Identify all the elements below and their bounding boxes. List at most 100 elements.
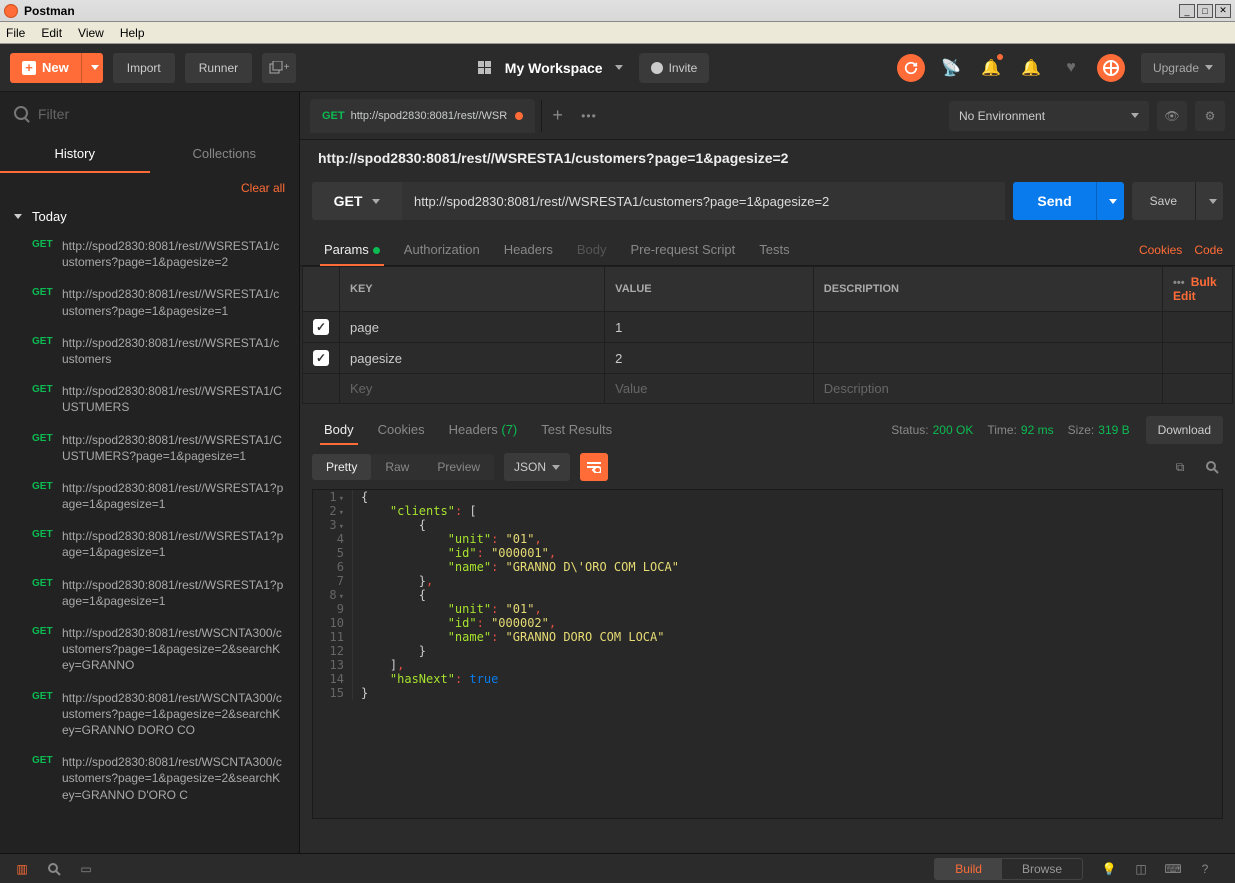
- format-selector[interactable]: JSON: [504, 453, 570, 481]
- invite-button[interactable]: Invite: [639, 53, 710, 83]
- build-tab[interactable]: Build: [935, 859, 1002, 879]
- clear-all-link[interactable]: Clear all: [0, 173, 299, 203]
- checkbox-icon[interactable]: ✓: [313, 319, 329, 335]
- menu-bar: File Edit View Help: [0, 22, 1235, 44]
- upgrade-button[interactable]: Upgrade: [1141, 53, 1225, 83]
- history-item[interactable]: GEThttp://spod2830:8081/rest//WSRESTA1/c…: [0, 278, 299, 326]
- new-button[interactable]: +New: [10, 53, 81, 83]
- cookies-link[interactable]: Cookies: [1139, 243, 1182, 257]
- heart-icon[interactable]: ♥: [1057, 54, 1085, 82]
- resp-tab-cookies[interactable]: Cookies: [366, 414, 437, 445]
- sync-icon[interactable]: [897, 54, 925, 82]
- params-active-dot: [373, 247, 380, 254]
- top-toolbar: +New Import Runner + My Workspace Invite…: [0, 44, 1235, 92]
- history-section-today[interactable]: Today: [0, 203, 299, 230]
- tab-authorization[interactable]: Authorization: [392, 234, 492, 265]
- add-tab-button[interactable]: +: [541, 100, 573, 132]
- find-icon[interactable]: [42, 857, 66, 881]
- url-input[interactable]: [402, 182, 1005, 220]
- request-title: http://spod2830:8081/rest//WSRESTA1/cust…: [300, 140, 1235, 176]
- new-dropdown[interactable]: [81, 53, 103, 83]
- download-button[interactable]: Download: [1146, 416, 1223, 444]
- history-item[interactable]: GEThttp://spod2830:8081/rest/WSCNTA300/c…: [0, 682, 299, 747]
- resp-tab-headers[interactable]: Headers (7): [437, 414, 530, 445]
- window-titlebar: Postman _ □ ✕: [0, 0, 1235, 22]
- workspace-icon: [478, 61, 491, 74]
- close-button[interactable]: ✕: [1215, 4, 1231, 18]
- help-icon[interactable]: ?: [1193, 857, 1217, 881]
- view-raw[interactable]: Raw: [371, 454, 423, 480]
- send-button[interactable]: Send: [1013, 182, 1095, 220]
- history-item[interactable]: GEThttp://spod2830:8081/rest//WSRESTA1/c…: [0, 327, 299, 375]
- history-item[interactable]: GEThttp://spod2830:8081/rest//WSRESTA1/c…: [0, 230, 299, 278]
- filter-input[interactable]: [14, 102, 285, 126]
- notification-bell-icon[interactable]: 🔔: [977, 54, 1005, 82]
- bell-icon[interactable]: 🔔: [1017, 54, 1045, 82]
- sidebar-tab-collections[interactable]: Collections: [150, 136, 300, 173]
- tab-tests[interactable]: Tests: [747, 234, 801, 265]
- wrap-lines-icon[interactable]: [580, 453, 608, 481]
- method-selector[interactable]: GET: [312, 182, 402, 220]
- history-list: GEThttp://spod2830:8081/rest//WSRESTA1/c…: [0, 230, 299, 853]
- env-preview-icon[interactable]: 👁: [1157, 101, 1187, 131]
- history-item[interactable]: GEThttp://spod2830:8081/rest/WSCNTA300/c…: [0, 617, 299, 682]
- checkbox-icon[interactable]: ✓: [313, 350, 329, 366]
- history-item[interactable]: GEThttp://spod2830:8081/rest//WSRESTA1?p…: [0, 569, 299, 617]
- console-icon[interactable]: ▭: [74, 857, 98, 881]
- copy-icon[interactable]: ⧉: [1169, 456, 1191, 478]
- search-response-icon[interactable]: [1201, 456, 1223, 478]
- menu-view[interactable]: View: [78, 26, 104, 40]
- tab-headers[interactable]: Headers: [492, 234, 565, 265]
- build-browse-toggle[interactable]: Build Browse: [934, 858, 1083, 880]
- runner-button[interactable]: Runner: [185, 53, 252, 83]
- tab-params[interactable]: Params: [312, 234, 392, 265]
- workspace-selector[interactable]: My Workspace: [505, 60, 603, 76]
- save-dropdown[interactable]: [1195, 182, 1223, 220]
- history-item[interactable]: GEThttp://spod2830:8081/rest//WSRESTA1?p…: [0, 472, 299, 520]
- send-dropdown[interactable]: [1096, 182, 1124, 220]
- history-item[interactable]: GEThttp://spod2830:8081/rest/WSCNTA300/c…: [0, 746, 299, 811]
- bottom-bar: ▥ ▭ Build Browse 💡 ◫ ⌨ ?: [0, 853, 1235, 883]
- environment-selector[interactable]: No Environment: [949, 101, 1149, 131]
- tab-options-icon[interactable]: •••: [581, 109, 597, 123]
- params-key-header: KEY: [340, 267, 605, 312]
- user-avatar[interactable]: [1097, 54, 1125, 82]
- menu-edit[interactable]: Edit: [41, 26, 62, 40]
- maximize-button[interactable]: □: [1197, 4, 1213, 18]
- plus-icon: +: [22, 61, 36, 75]
- browse-tab[interactable]: Browse: [1002, 859, 1082, 879]
- params-desc-header: DESCRIPTION: [813, 267, 1162, 312]
- view-preview[interactable]: Preview: [423, 454, 494, 480]
- history-item[interactable]: GEThttp://spod2830:8081/rest//WSRESTA1/C…: [0, 375, 299, 423]
- menu-help[interactable]: Help: [120, 26, 145, 40]
- params-table: KEY VALUE DESCRIPTION ••• Bulk Edit ✓pag…: [302, 266, 1233, 404]
- history-item[interactable]: GEThttp://spod2830:8081/rest//WSRESTA1/C…: [0, 424, 299, 472]
- sidebar: History Collections Clear all Today GETh…: [0, 92, 300, 853]
- response-body[interactable]: 1▾{2▾ "clients": [3▾ {4 "unit": "01",5 "…: [312, 489, 1223, 819]
- shortcuts-icon[interactable]: ⌨: [1161, 857, 1185, 881]
- settings-icon[interactable]: ⚙: [1195, 101, 1225, 131]
- two-pane-icon[interactable]: ◫: [1129, 857, 1153, 881]
- history-item[interactable]: GEThttp://spod2830:8081/rest//WSRESTA1?p…: [0, 520, 299, 568]
- resp-tab-body[interactable]: Body: [312, 414, 366, 445]
- param-row[interactable]: ✓pagesize2: [303, 343, 1233, 374]
- minimize-button[interactable]: _: [1179, 4, 1195, 18]
- sidebar-tab-history[interactable]: History: [0, 136, 150, 173]
- tab-prerequest[interactable]: Pre-request Script: [618, 234, 747, 265]
- request-tab[interactable]: GET http://spod2830:8081/rest//WSR: [310, 99, 535, 133]
- time-value: 92 ms: [1021, 423, 1054, 437]
- save-button[interactable]: Save: [1132, 182, 1195, 220]
- import-button[interactable]: Import: [113, 53, 175, 83]
- param-row[interactable]: ✓page1: [303, 312, 1233, 343]
- menu-file[interactable]: File: [6, 26, 25, 40]
- resp-tab-testresults[interactable]: Test Results: [529, 414, 624, 445]
- satellite-icon[interactable]: 📡: [937, 54, 965, 82]
- code-link[interactable]: Code: [1194, 243, 1223, 257]
- view-pretty[interactable]: Pretty: [312, 454, 371, 480]
- param-row-empty[interactable]: KeyValueDescription: [303, 374, 1233, 404]
- tab-body[interactable]: Body: [565, 234, 619, 265]
- main-content: GET http://spod2830:8081/rest//WSR + •••…: [300, 92, 1235, 853]
- new-window-button[interactable]: +: [262, 53, 296, 83]
- tip-icon[interactable]: 💡: [1097, 857, 1121, 881]
- sidebar-toggle-icon[interactable]: ▥: [10, 857, 34, 881]
